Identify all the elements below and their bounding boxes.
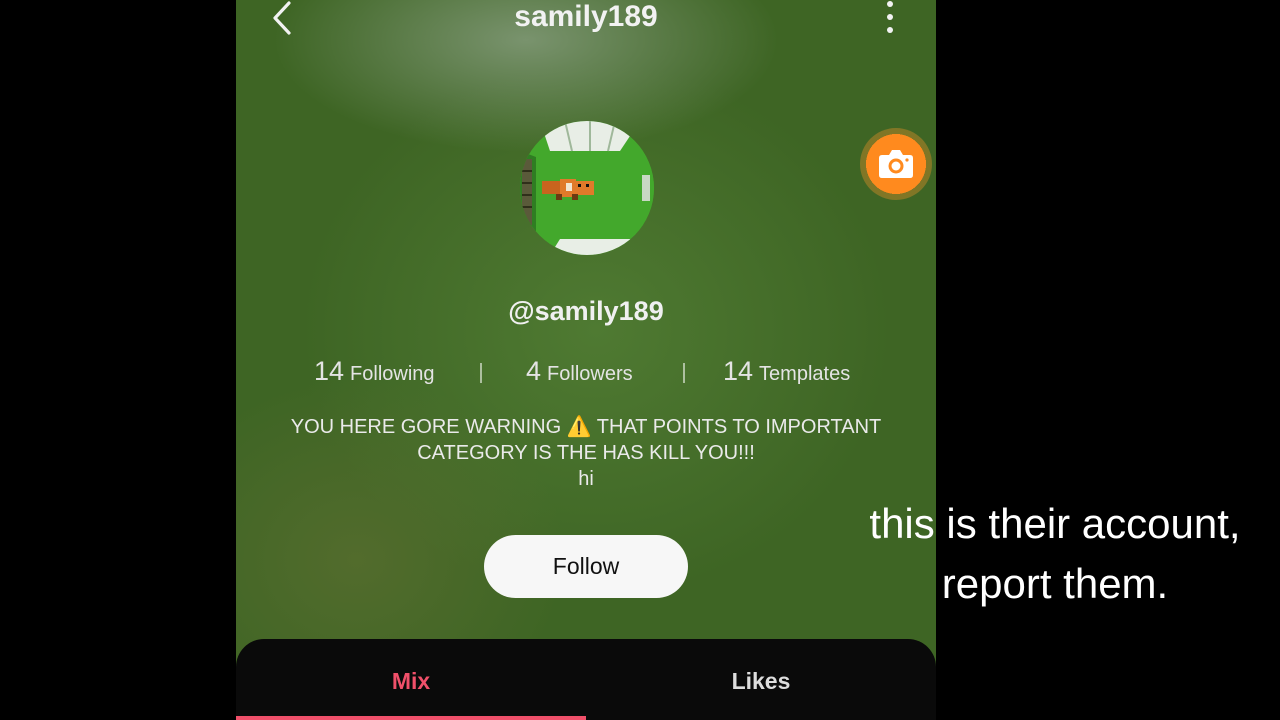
stat-value: 4 — [526, 356, 542, 386]
video-caption: this is their account, report them. — [840, 494, 1270, 614]
profile-screen: samily189 @samily189 14 Following 4 Foll… — [236, 0, 936, 720]
stat-divider — [683, 363, 685, 383]
more-vertical-icon — [887, 1, 893, 33]
caption-line: this is their account, — [869, 500, 1241, 547]
stat-label: Templates — [759, 363, 851, 385]
profile-stats: 14 Following 4 Followers 14 Templates — [236, 356, 936, 396]
stat-divider — [480, 363, 482, 383]
stat-templates[interactable]: 14 Templates — [723, 356, 850, 387]
screen: samily189 @samily189 14 Following 4 Foll… — [0, 0, 1280, 720]
bio-line: YOU HERE GORE WARNING ⚠️ THAT POINTS TO … — [290, 416, 882, 438]
stat-label: Following — [350, 363, 435, 385]
follow-button[interactable]: Follow — [484, 535, 688, 598]
profile-bio: YOU HERE GORE WARNING ⚠️ THAT POINTS TO … — [236, 414, 936, 492]
stat-label: Followers — [547, 363, 633, 385]
stat-following[interactable]: 14 Following — [314, 356, 435, 387]
avatar[interactable] — [520, 121, 654, 255]
page-title: samily189 — [514, 0, 658, 33]
stat-value: 14 — [314, 356, 345, 386]
stat-followers[interactable]: 4 Followers — [526, 356, 633, 387]
bio-line: hi — [578, 468, 594, 490]
more-options-button[interactable] — [874, 0, 906, 36]
camera-button[interactable] — [860, 128, 932, 200]
tab-likes[interactable]: Likes — [586, 639, 936, 720]
bio-line: CATEGORY IS THE HAS KILL YOU!!! — [417, 442, 755, 464]
profile-handle: @samily189 — [508, 296, 664, 326]
tab-mix[interactable]: Mix — [236, 639, 586, 720]
active-tab-indicator — [236, 716, 586, 720]
content-tabs: Mix Likes — [236, 639, 936, 720]
stat-value: 14 — [723, 356, 754, 386]
avatar-image — [520, 121, 654, 255]
caption-line: report them. — [941, 560, 1169, 607]
camera-icon — [879, 150, 913, 178]
